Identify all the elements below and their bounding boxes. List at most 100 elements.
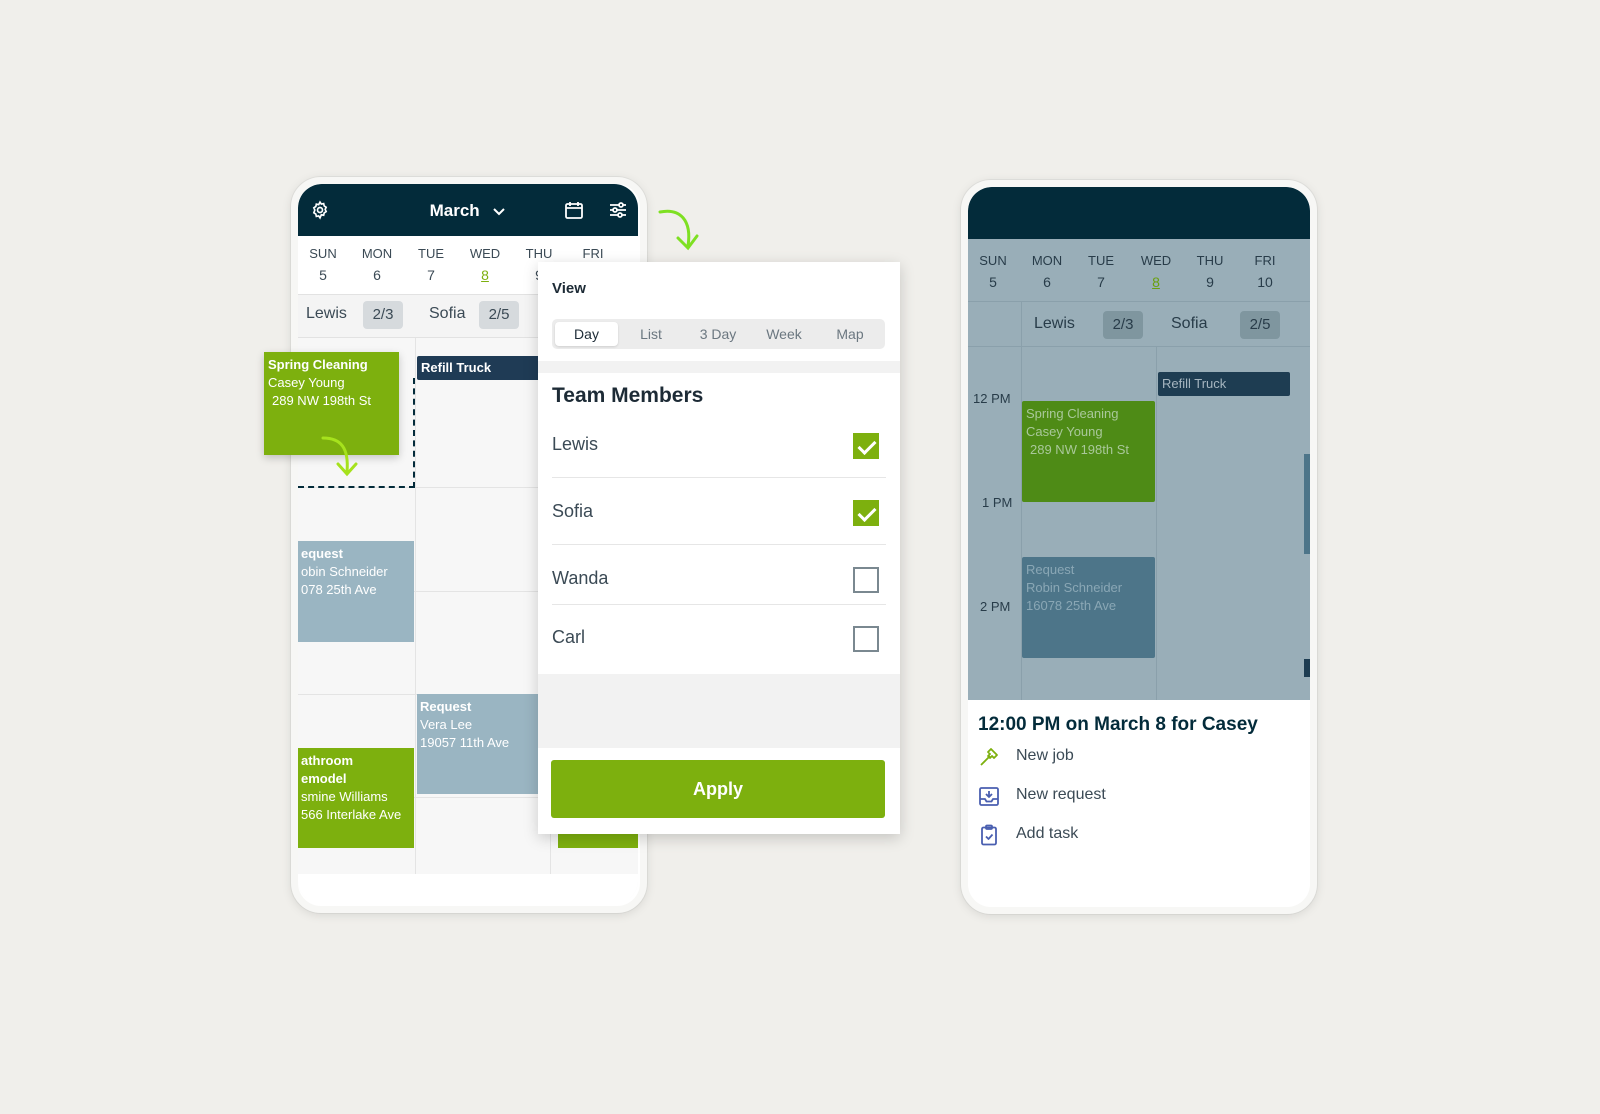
tab-day[interactable]: Day xyxy=(555,322,618,346)
day-name: THU xyxy=(1196,253,1224,268)
day-name: TUE xyxy=(1088,253,1114,268)
event-client: obin Schneider xyxy=(301,564,388,579)
event-title: equest xyxy=(301,546,343,561)
day-wed[interactable]: WED 8 xyxy=(1131,253,1181,290)
member-name: Sofia xyxy=(552,501,594,521)
checkbox-lewis[interactable] xyxy=(853,433,879,459)
team-member-row-sofia[interactable]: Sofia xyxy=(552,479,886,545)
event-title: Refill Truck xyxy=(421,360,492,375)
clipboard-check-icon xyxy=(981,824,997,846)
drag-arrow-icon xyxy=(321,436,358,477)
day-name: TUE xyxy=(418,246,444,261)
calendar-icon[interactable] xyxy=(564,200,584,220)
tab-map[interactable]: Map xyxy=(817,319,883,349)
day-number: 5 xyxy=(989,274,997,290)
day-number-today: 8 xyxy=(481,267,489,283)
checkbox-sofia[interactable] xyxy=(853,500,879,526)
tab-list[interactable]: List xyxy=(620,319,682,349)
day-number: 7 xyxy=(1097,274,1105,290)
member-name: Wanda xyxy=(552,568,609,588)
month-label: March xyxy=(429,201,480,220)
section-separator xyxy=(538,361,900,373)
event-title: Request xyxy=(1026,562,1075,577)
day-name: THU xyxy=(525,246,553,261)
column-divider xyxy=(415,338,416,898)
curved-arrow-icon xyxy=(658,209,699,251)
event-address: 19057 11th Ave xyxy=(420,735,510,750)
week-day-header: SUN 5 MON 6 TUE 7 WED 8 THU 9 FRI 10 xyxy=(968,239,1310,301)
team-member-row-carl[interactable]: Carl xyxy=(552,605,886,665)
member-name-sofia[interactable]: Sofia xyxy=(1171,315,1207,333)
day-sun[interactable]: SUN 5 xyxy=(298,246,348,283)
slot-sheet-title: 12:00 PM on March 8 for Casey xyxy=(978,714,1258,735)
day-tue[interactable]: TUE 7 xyxy=(406,246,456,283)
member-name-sofia[interactable]: Sofia xyxy=(429,305,465,323)
event-client: Casey Young xyxy=(1026,424,1103,439)
event-client: Casey Young xyxy=(268,375,345,390)
day-mon[interactable]: MON 6 xyxy=(1022,253,1072,290)
tab-3-day[interactable]: 3 Day xyxy=(685,319,751,349)
team-member-row-lewis[interactable]: Lewis xyxy=(552,412,886,478)
day-name: SUN xyxy=(979,253,1007,268)
day-number: 7 xyxy=(427,267,435,283)
event-address: 289 NW 198th St xyxy=(1030,442,1129,457)
action-label: New job xyxy=(1016,747,1074,764)
event-refill-truck[interactable]: Refill Truck xyxy=(1158,372,1290,396)
day-number: 10 xyxy=(1257,274,1273,290)
member-name-lewis[interactable]: Lewis xyxy=(1034,315,1075,333)
apply-button[interactable]: Apply xyxy=(551,760,885,818)
checkbox-carl[interactable] xyxy=(853,626,879,652)
top-bar xyxy=(968,187,1310,239)
top-bar: March xyxy=(298,184,638,236)
day-name: WED xyxy=(1140,253,1172,268)
day-number: 5 xyxy=(319,267,327,283)
member-name: Lewis xyxy=(552,434,599,454)
team-member-row-wanda[interactable]: Wanda xyxy=(552,546,886,605)
member-count-badge: 2/5 xyxy=(479,301,519,329)
filter-sliders-icon[interactable] xyxy=(608,200,628,220)
phone-schedule-selected-slot: SUN 5 MON 6 TUE 7 WED 8 THU 9 FRI 10 Lewis 2/3… xyxy=(961,180,1317,914)
event-title: Request xyxy=(420,699,472,714)
day-tue[interactable]: TUE 7 xyxy=(1076,253,1126,290)
event-address: 566 Interlake Ave xyxy=(301,807,402,822)
month-selector[interactable]: March xyxy=(298,201,638,221)
event-request-robin[interactable]: Request Robin Schneider 16078 25th Ave xyxy=(1022,557,1155,658)
member-count-badge: 2/5 xyxy=(1240,311,1280,339)
event-title: emodel xyxy=(301,771,347,786)
panel-spacer xyxy=(538,674,900,748)
event-title: Spring Cleaning xyxy=(268,357,368,372)
event-spring-cleaning[interactable]: Spring Cleaning Casey Young 289 NW 198th… xyxy=(1022,401,1155,502)
event-client: Robin Schneider xyxy=(1026,580,1123,595)
event-refill-truck[interactable]: Refill Truck xyxy=(417,356,550,380)
day-name: SUN xyxy=(309,246,337,261)
view-options-panel: View Day List 3 Day Week Map Team Member… xyxy=(538,262,900,834)
day-mon[interactable]: MON 6 xyxy=(352,246,402,283)
column-divider xyxy=(1021,302,1022,346)
dragged-job-card[interactable]: Spring Cleaning Casey Young 289 NW 198th… xyxy=(264,352,399,477)
checkbox-wanda[interactable] xyxy=(853,567,879,593)
tab-week[interactable]: Week xyxy=(751,319,817,349)
event-title: athroom xyxy=(301,753,353,768)
day-wed[interactable]: WED 8 xyxy=(460,246,510,283)
day-number-today: 8 xyxy=(1152,274,1160,290)
action-label: Add task xyxy=(1016,825,1079,842)
event-bathroom-remodel[interactable]: athroom emodel smine Williams 566 Interl… xyxy=(298,748,414,848)
day-number: 9 xyxy=(1206,274,1214,290)
day-name: MON xyxy=(361,246,393,261)
event-partial-edge xyxy=(1304,454,1310,554)
event-request-robin[interactable]: equest obin Schneider 078 25th Ave xyxy=(298,541,414,642)
event-title: Refill Truck xyxy=(1162,376,1227,391)
day-thu[interactable]: THU 9 xyxy=(1185,253,1235,290)
day-name: FRI xyxy=(582,246,604,261)
member-name-lewis[interactable]: Lewis xyxy=(306,305,347,323)
time-label-1pm: 1 PM xyxy=(982,495,1013,510)
event-request-vera[interactable]: Request Vera Lee 19057 11th Ave xyxy=(417,694,550,794)
view-segmented-control: Day List 3 Day Week Map xyxy=(552,319,885,349)
dimmed-schedule-overlay: SUN 5 MON 6 TUE 7 WED 8 THU 9 FRI 10 Lewis 2/3… xyxy=(968,239,1310,700)
member-count-badge: 2/3 xyxy=(1103,311,1143,339)
day-sun[interactable]: SUN 5 xyxy=(968,253,1018,290)
day-fri[interactable]: FRI 10 xyxy=(1240,253,1290,290)
day-name: WED xyxy=(469,246,501,261)
time-label-2pm: 2 PM xyxy=(980,599,1011,614)
event-partial-edge xyxy=(1304,659,1310,677)
